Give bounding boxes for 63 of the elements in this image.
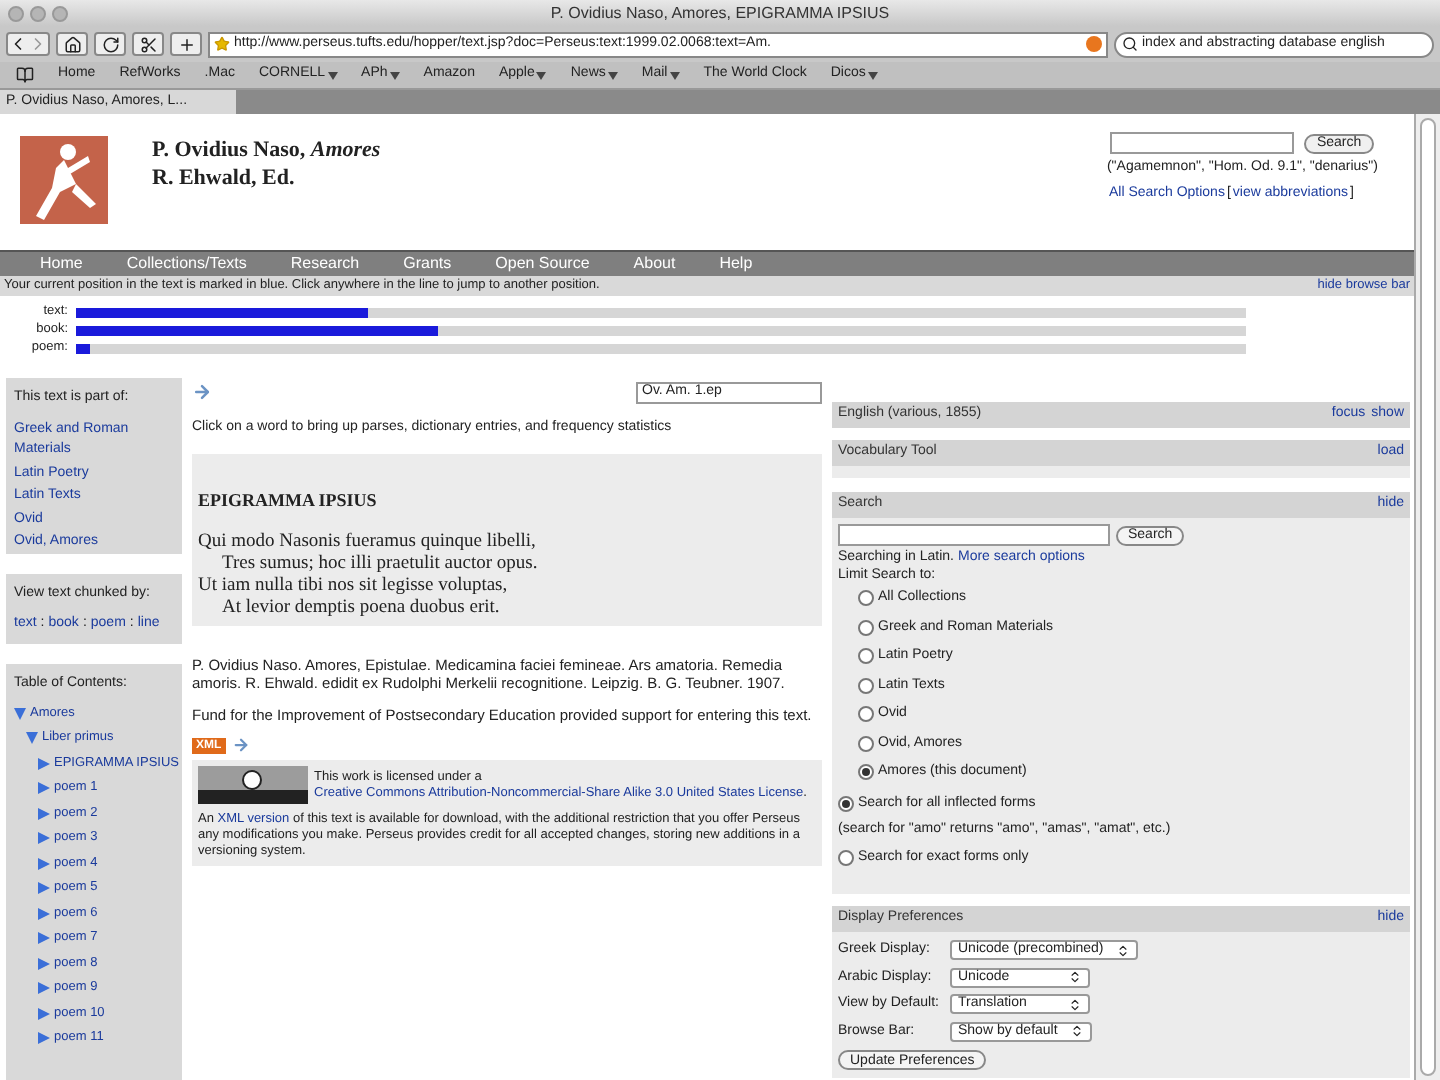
scrollbar-thumb[interactable] — [1420, 118, 1436, 1076]
scrollbar[interactable] — [1414, 114, 1440, 1080]
radio-button[interactable] — [858, 735, 874, 752]
scissors-icon — [139, 35, 157, 53]
up-down-arrows-icon — [1068, 970, 1082, 985]
collapsed-triangle-icon[interactable] — [38, 782, 50, 795]
radio-button[interactable] — [838, 795, 854, 812]
plus-icon — [177, 35, 195, 53]
radio-button[interactable] — [858, 706, 874, 723]
collapsed-triangle-icon[interactable] — [38, 982, 50, 995]
radio-button[interactable] — [838, 849, 854, 866]
nav-link[interactable]: Open Source — [495, 252, 590, 276]
window-title: P. Ovidius Naso, Amores, EPIGRAMMA IPSIUS — [548, 1, 892, 25]
search-icon — [1122, 36, 1138, 52]
radio-button[interactable] — [858, 619, 874, 636]
browse-bar-track[interactable] — [76, 343, 1246, 353]
radio-button[interactable] — [858, 648, 874, 665]
reload-button[interactable] — [94, 32, 126, 56]
next-arrow-icon[interactable] — [231, 736, 250, 754]
poem-line: Tres sumus; hoc illi praetulit auctor opus. — [220, 553, 538, 575]
collapsed-triangle-icon[interactable] — [38, 907, 50, 920]
poem-line: Ut iam nulla tibi nos sit legisse voluptas, — [198, 575, 508, 597]
scissors-button[interactable] — [132, 32, 164, 56]
collapsed-triangle-icon[interactable] — [38, 857, 50, 870]
radio-button[interactable] — [858, 590, 874, 607]
editor-name: R. Ehwald, Ed. — [152, 164, 297, 192]
up-down-arrows-icon — [1115, 943, 1130, 958]
next-arrow-icon[interactable] — [192, 382, 212, 402]
collapsed-triangle-icon[interactable] — [38, 932, 50, 945]
nav-link[interactable]: Help — [719, 252, 753, 276]
poem-line: Qui modo Nasonis fueramus quinque libelli, — [198, 531, 536, 553]
poem-line: At levior demptis poena duobus erit. — [220, 597, 500, 619]
bookmarks-icon[interactable] — [16, 66, 34, 84]
browse-bar-track[interactable] — [76, 325, 1246, 335]
collapsed-triangle-icon[interactable] — [38, 832, 50, 845]
radio-button[interactable] — [858, 764, 874, 781]
up-down-arrows-icon — [1069, 1024, 1084, 1039]
collapsed-triangle-icon[interactable] — [38, 757, 50, 770]
add-bookmark-button[interactable] — [170, 32, 202, 56]
collapsed-triangle-icon[interactable] — [38, 807, 50, 820]
search-input-field[interactable] — [838, 524, 1110, 546]
expanded-triangle-icon[interactable] — [14, 707, 26, 720]
browse-bar-track[interactable] — [76, 307, 1246, 317]
license-badge-icon[interactable] — [198, 766, 308, 804]
up-down-arrows-icon — [1068, 997, 1082, 1012]
collapsed-triangle-icon[interactable] — [38, 957, 50, 970]
star-icon — [214, 36, 230, 52]
nav-link[interactable]: About — [633, 252, 676, 276]
nav-link[interactable]: Collections/Texts — [126, 252, 247, 276]
text-title: P. Ovidius Naso, Amores — [152, 136, 381, 164]
nav-link[interactable]: Research — [290, 252, 360, 276]
radio-button[interactable] — [858, 677, 874, 694]
nav-link[interactable]: Home — [40, 252, 83, 276]
expanded-triangle-icon[interactable] — [26, 732, 38, 745]
site-search-field[interactable] — [1110, 132, 1295, 154]
poem-heading: EPIGRAMMA IPSIUS — [198, 489, 379, 511]
collapsed-triangle-icon[interactable] — [38, 882, 50, 895]
collapsed-triangle-icon[interactable] — [38, 1007, 50, 1020]
collapsed-triangle-icon[interactable] — [38, 1032, 50, 1045]
back-forward-button[interactable] — [6, 32, 50, 56]
nav-link[interactable]: Grants — [403, 252, 452, 276]
feed-icon[interactable] — [1086, 36, 1102, 52]
home-button[interactable] — [56, 32, 88, 56]
